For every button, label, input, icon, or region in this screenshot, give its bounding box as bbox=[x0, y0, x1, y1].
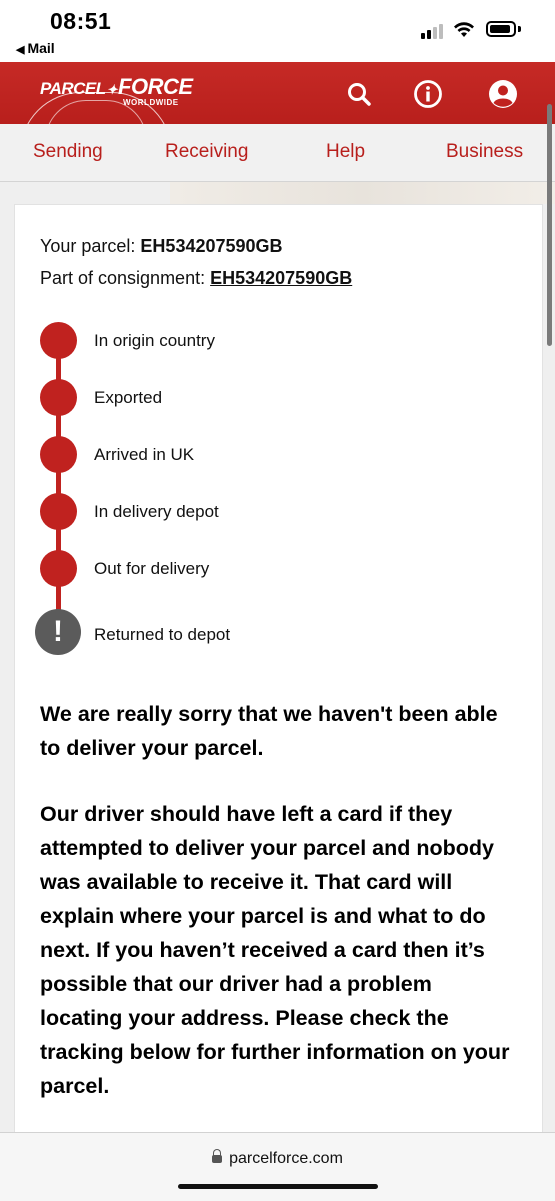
consignment-line: Part of consignment: EH534207590GB bbox=[40, 268, 352, 289]
timeline-step-label: Arrived in UK bbox=[94, 445, 195, 464]
logo-wordmark: PARCEL✦FORCE bbox=[40, 74, 193, 99]
timeline-dot-complete bbox=[40, 322, 77, 359]
timeline-dot-complete bbox=[40, 493, 77, 530]
account-icon bbox=[489, 80, 517, 108]
status-bar: 08:51 ◀ Mail bbox=[0, 0, 555, 62]
status-time: 08:51 bbox=[50, 8, 112, 34]
nav-business[interactable]: Business bbox=[446, 141, 523, 163]
nav-help[interactable]: Help bbox=[326, 141, 365, 163]
main-nav: Sending Receiving Help Business bbox=[0, 124, 555, 182]
timeline-step-label: Returned to depot bbox=[94, 625, 231, 644]
logo-subtitle: WORLDWIDE bbox=[123, 98, 179, 107]
apology-message: We are really sorry that we haven't been… bbox=[40, 702, 498, 760]
site-header: PARCEL✦FORCE WORLDWIDE bbox=[0, 62, 555, 124]
battery-icon bbox=[486, 21, 516, 37]
nav-receiving[interactable]: Receiving bbox=[165, 141, 248, 163]
timeline-dot-complete bbox=[40, 436, 77, 473]
parcel-number: EH534207590GB bbox=[140, 236, 283, 256]
battery-tip bbox=[518, 26, 521, 32]
back-label: Mail bbox=[27, 40, 55, 56]
search-icon bbox=[348, 83, 371, 106]
parcelforce-logo[interactable]: PARCEL✦FORCE WORLDWIDE bbox=[40, 72, 193, 122]
info-icon bbox=[414, 80, 442, 108]
cellular-signal-icon bbox=[421, 23, 447, 39]
home-indicator[interactable] bbox=[178, 1184, 378, 1189]
search-button[interactable] bbox=[337, 72, 381, 116]
consignment-label: Part of consignment: bbox=[40, 268, 206, 288]
back-arrow-icon: ◀ bbox=[16, 44, 25, 56]
timeline-step-label: Exported bbox=[94, 388, 163, 407]
page-scrollbar[interactable] bbox=[547, 104, 552, 346]
timeline-step-label: Out for delivery bbox=[94, 559, 210, 578]
timeline-dot-complete bbox=[40, 379, 77, 416]
account-button[interactable] bbox=[481, 72, 525, 116]
address-display[interactable]: parcelforce.com bbox=[0, 1149, 555, 1168]
info-button[interactable] bbox=[406, 72, 450, 116]
back-to-mail-button[interactable]: ◀ Mail bbox=[16, 40, 55, 56]
parcel-label: Your parcel: bbox=[40, 236, 136, 256]
delivery-info-message: Our driver should have left a card if th… bbox=[40, 802, 510, 1098]
consignment-link[interactable]: EH534207590GB bbox=[210, 268, 352, 288]
timeline-dot-complete bbox=[40, 550, 77, 587]
timeline-step-label: In delivery depot bbox=[94, 502, 219, 521]
exclamation-icon: ! bbox=[35, 609, 81, 655]
wifi-icon bbox=[454, 22, 474, 37]
url-text: parcelforce.com bbox=[229, 1150, 343, 1167]
nav-sending[interactable]: Sending bbox=[33, 141, 103, 163]
parcel-number-line: Your parcel: EH534207590GB bbox=[40, 236, 283, 257]
lock-icon bbox=[212, 1149, 223, 1163]
browser-address-bar[interactable]: parcelforce.com bbox=[0, 1132, 555, 1201]
timeline-step-label: In origin country bbox=[94, 331, 215, 350]
